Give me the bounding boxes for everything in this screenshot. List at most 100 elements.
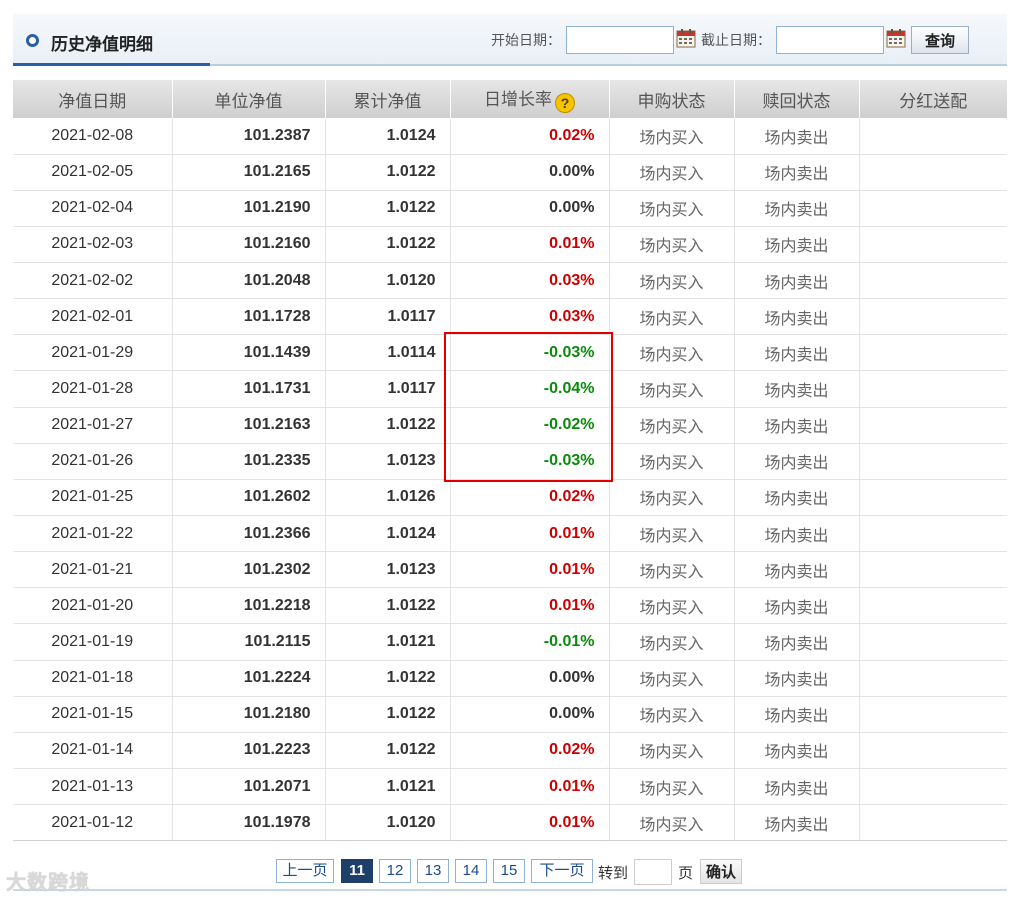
table-row: 2021-01-26 101.2335 1.0123 -0.03% 场内买入 场内卖出 [13,443,1007,480]
subscription-status-cell: 场内买入 [609,118,735,155]
daily-growth-cell: 0.01% [450,587,610,625]
column-header[interactable]: 累计净值 [325,80,451,118]
nav-date-cell: 2021-01-13 [13,768,173,806]
dividend-cell [859,443,1007,480]
subscription-status-cell: 场内买入 [609,768,735,806]
dividend-cell [859,226,1007,264]
next-page-button[interactable]: 下一页 [531,859,593,883]
subscription-status-cell: 场内买入 [609,515,735,553]
column-header[interactable]: 单位净值 [172,80,326,118]
table-row: 2021-01-18 101.2224 1.0122 0.00% 场内买入 场内卖出 [13,660,1007,697]
table-row: 2021-01-29 101.1439 1.0114 -0.03% 场内买入 场内卖出 [13,334,1007,372]
accumulated-nav-cell: 1.0122 [325,660,451,697]
subscription-status-cell: 场内买入 [609,587,735,625]
nav-date-cell: 2021-01-25 [13,479,173,517]
subscription-status-cell: 场内买入 [609,551,735,589]
accumulated-nav-cell: 1.0122 [325,154,451,191]
redemption-status-cell: 场内卖出 [734,696,860,733]
table-row: 2021-01-25 101.2602 1.0126 0.02% 场内买入 场内卖出 [13,479,1007,517]
unit-nav-cell: 101.1978 [172,804,326,842]
page-number-button[interactable]: 15 [493,859,525,883]
column-header[interactable]: 申购状态 [609,80,735,118]
dividend-cell [859,370,1007,408]
table-header-row: 净值日期 单位净值 累计净值 日增长率? 申购状态 赎回状态 分红送配 [13,80,1007,118]
table-row: 2021-02-01 101.1728 1.0117 0.03% 场内买入 场内卖出 [13,298,1007,336]
bottom-divider [13,889,1007,891]
accumulated-nav-cell: 1.0123 [325,551,451,589]
unit-nav-cell: 101.2218 [172,587,326,625]
page-number-button[interactable]: 12 [379,859,411,883]
column-header[interactable]: 净值日期 [13,80,173,118]
unit-nav-cell: 101.1731 [172,370,326,408]
page-unit-label: 页 [678,864,694,882]
confirm-button[interactable]: 确认 [700,859,742,884]
dividend-cell [859,515,1007,553]
nav-date-cell: 2021-01-18 [13,660,173,697]
unit-nav-cell: 101.2335 [172,443,326,480]
dividend-cell [859,623,1007,661]
accumulated-nav-cell: 1.0122 [325,587,451,625]
start-date-input[interactable] [566,26,674,54]
calendar-icon[interactable] [676,28,696,48]
page-title: 历史净值明细 [51,35,153,55]
column-header[interactable]: 赎回状态 [734,80,860,118]
dividend-cell [859,298,1007,336]
redemption-status-cell: 场内卖出 [734,660,860,697]
daily-growth-cell: 0.01% [450,515,610,553]
daily-growth-cell: 0.01% [450,804,610,842]
calendar-icon[interactable] [886,28,906,48]
accumulated-nav-cell: 1.0122 [325,732,451,770]
redemption-status-cell: 场内卖出 [734,154,860,191]
nav-date-cell: 2021-02-02 [13,262,173,300]
table-row: 2021-01-13 101.2071 1.0121 0.01% 场内买入 场内卖出 [13,768,1007,806]
query-button[interactable]: 查询 [911,26,969,54]
daily-growth-cell: -0.03% [450,334,610,372]
accumulated-nav-cell: 1.0124 [325,515,451,553]
daily-growth-cell: 0.03% [450,262,610,300]
unit-nav-cell: 101.2180 [172,696,326,733]
page-number-button[interactable]: 13 [417,859,449,883]
page-number-button[interactable]: 11 [341,859,373,883]
accumulated-nav-cell: 1.0121 [325,768,451,806]
redemption-status-cell: 场内卖出 [734,298,860,336]
goto-page-input[interactable] [634,859,672,885]
page-number-button[interactable]: 14 [455,859,487,883]
dividend-cell [859,804,1007,842]
redemption-status-cell: 场内卖出 [734,768,860,806]
question-mark-icon[interactable]: ? [555,93,575,113]
table-row: 2021-01-15 101.2180 1.0122 0.00% 场内买入 场内卖出 [13,696,1007,733]
title-tab: 历史净值明细 [13,14,210,66]
unit-nav-cell: 101.2366 [172,515,326,553]
start-date-label: 开始日期： [491,33,561,49]
end-date-input[interactable] [776,26,884,54]
subscription-status-cell: 场内买入 [609,407,735,444]
column-header[interactable]: 分红送配 [859,80,1007,118]
column-header-rate[interactable]: 日增长率? [450,80,610,118]
dividend-cell [859,479,1007,517]
dividend-cell [859,407,1007,444]
daily-growth-cell: -0.01% [450,623,610,661]
unit-nav-cell: 101.2048 [172,262,326,300]
redemption-status-cell: 场内卖出 [734,407,860,444]
table-row: 2021-02-02 101.2048 1.0120 0.03% 场内买入 场内卖出 [13,262,1007,300]
prev-page-button[interactable]: 上一页 [276,859,334,883]
table-row: 2021-02-05 101.2165 1.0122 0.00% 场内买入 场内卖出 [13,154,1007,191]
table-row: 2021-02-08 101.2387 1.0124 0.02% 场内买入 场内卖出 [13,118,1007,155]
subscription-status-cell: 场内买入 [609,370,735,408]
accumulated-nav-cell: 1.0121 [325,623,451,661]
table-body: 2021-02-08 101.2387 1.0124 0.02% 场内买入 场内卖出 202… [13,118,1007,842]
accumulated-nav-cell: 1.0122 [325,226,451,264]
daily-growth-cell: 0.00% [450,660,610,697]
redemption-status-cell: 场内卖出 [734,262,860,300]
page-header: 历史净值明细 开始日期： 截止日期： 查询 [13,14,1007,66]
accumulated-nav-cell: 1.0126 [325,479,451,517]
unit-nav-cell: 101.2302 [172,551,326,589]
table-row: 2021-01-27 101.2163 1.0122 -0.02% 场内买入 场内卖出 [13,407,1007,444]
table-row: 2021-01-22 101.2366 1.0124 0.01% 场内买入 场内卖出 [13,515,1007,553]
dividend-cell [859,154,1007,191]
dividend-cell [859,334,1007,372]
daily-growth-cell: 0.00% [450,154,610,191]
dividend-cell [859,768,1007,806]
redemption-status-cell: 场内卖出 [734,118,860,155]
dividend-cell [859,118,1007,155]
